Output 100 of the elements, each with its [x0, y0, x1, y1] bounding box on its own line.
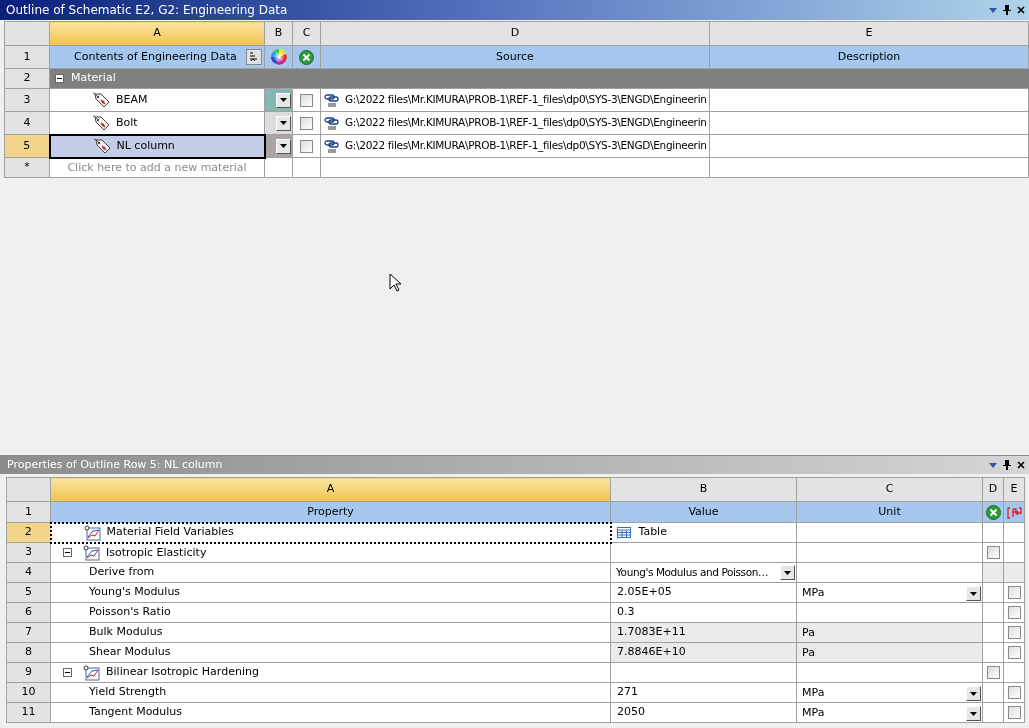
- property-cell[interactable]: Young's Modulus: [50, 582, 611, 603]
- row-number[interactable]: 4: [6, 562, 51, 583]
- property-cell[interactable]: Derive from: [50, 562, 611, 583]
- row-number[interactable]: 4: [4, 111, 50, 135]
- checkbox[interactable]: [986, 666, 1000, 679]
- caret-icon: [280, 98, 287, 102]
- collapse-toggle[interactable]: [62, 548, 72, 558]
- column-header[interactable]: E: [709, 21, 1029, 46]
- material-cell[interactable]: NL column: [49, 134, 265, 158]
- dropdown-button[interactable]: [966, 706, 981, 721]
- pin-icon[interactable]: [1003, 5, 1011, 15]
- property-value[interactable]: 271: [611, 685, 638, 699]
- graph-icon: [83, 544, 100, 561]
- row-number[interactable]: 2: [6, 522, 51, 543]
- sort-button[interactable]: [246, 49, 262, 65]
- property-value[interactable]: 0.3: [611, 605, 635, 619]
- checkbox[interactable]: [1007, 626, 1021, 639]
- suppress-icon: [985, 504, 1001, 520]
- property-cell[interactable]: Poisson's Ratio: [50, 602, 611, 623]
- collapse-toggle[interactable]: [62, 668, 72, 677]
- property-value[interactable]: Table: [638, 524, 667, 541]
- close-icon[interactable]: [1017, 6, 1025, 14]
- dropdown-button[interactable]: [780, 565, 795, 580]
- suppress-icon: [299, 49, 314, 65]
- column-header[interactable]: E: [1003, 477, 1025, 502]
- dropdown-button[interactable]: [276, 138, 291, 154]
- property-label: Derive from: [88, 564, 155, 581]
- checkbox[interactable]: [986, 546, 1000, 559]
- property-cell[interactable]: Bulk Modulus: [50, 622, 611, 643]
- unit-value[interactable]: MPa: [802, 685, 825, 702]
- row-number[interactable]: 6: [6, 602, 51, 623]
- row-number[interactable]: 3: [6, 542, 51, 563]
- property-label: Material Field Variables: [106, 524, 234, 541]
- column-header[interactable]: C: [796, 477, 983, 502]
- property-label: Young's Modulus: [88, 584, 181, 601]
- graph-icon: [83, 664, 100, 681]
- close-icon[interactable]: [1017, 461, 1025, 469]
- source-path: G:\2022 files\Mr.KIMURA\PROB-1\REF-1_files\dp0\SYS-3\ENGD\Engineerin: [345, 115, 707, 131]
- row-number: *: [4, 157, 50, 178]
- mouse-cursor-icon: [389, 273, 401, 292]
- dropdown-button[interactable]: [276, 115, 291, 131]
- caret-icon: [970, 711, 977, 716]
- color-wheel-icon: [270, 49, 287, 65]
- row-number[interactable]: 5: [6, 582, 51, 603]
- property-cell[interactable]: Tangent Modulus: [50, 702, 611, 723]
- row-number[interactable]: 11: [6, 702, 51, 723]
- row-number[interactable]: 8: [6, 642, 51, 663]
- dropdown-icon[interactable]: [989, 462, 997, 468]
- checkbox[interactable]: [1007, 706, 1021, 719]
- caret-icon: [280, 121, 287, 125]
- collapse-toggle[interactable]: [55, 74, 64, 83]
- checkbox[interactable]: [1007, 606, 1021, 619]
- property-cell[interactable]: Material Field Variables: [50, 522, 611, 543]
- column-header[interactable]: C: [292, 21, 321, 46]
- minus-icon: [64, 670, 70, 675]
- material-cell[interactable]: BEAM: [49, 88, 265, 112]
- property-cell[interactable]: Isotropic Elasticity: [50, 542, 611, 563]
- column-header[interactable]: B: [264, 21, 293, 46]
- dropdown-button[interactable]: [276, 92, 291, 108]
- source-path: G:\2022 files\Mr.KIMURA\PROB-1\REF-1_files\dp0\SYS-3\ENGD\Engineerin: [345, 138, 707, 154]
- checkbox[interactable]: [1007, 646, 1021, 659]
- material-name: Bolt: [116, 114, 138, 131]
- checkbox[interactable]: [300, 93, 313, 107]
- property-cell[interactable]: Shear Modulus: [50, 642, 611, 663]
- row-number[interactable]: 9: [6, 662, 51, 683]
- unit-value: Pa: [802, 625, 815, 642]
- column-header[interactable]: D: [320, 21, 710, 46]
- source-path: G:\2022 files\Mr.KIMURA\PROB-1\REF-1_files\dp0\SYS-3\ENGD\Engineerin: [345, 92, 707, 108]
- unit-value[interactable]: MPa: [802, 585, 825, 602]
- checkbox[interactable]: [300, 139, 313, 153]
- column-title: Description: [709, 45, 1029, 69]
- pin-icon[interactable]: [1003, 460, 1011, 470]
- column-title: Source: [320, 45, 710, 69]
- property-value[interactable]: 2050: [611, 705, 645, 719]
- checkbox[interactable]: [1007, 686, 1021, 699]
- column-header[interactable]: D: [982, 477, 1004, 502]
- unit-value[interactable]: MPa: [802, 705, 825, 722]
- row-number[interactable]: 7: [6, 622, 51, 643]
- tag-icon: [92, 114, 110, 131]
- dropdown-button[interactable]: [966, 586, 981, 601]
- link-icon: [324, 116, 340, 130]
- property-cell[interactable]: Bilinear Isotropic Hardening: [50, 662, 611, 683]
- row-number: 2: [4, 68, 50, 89]
- property-cell[interactable]: Yield Strength: [50, 682, 611, 703]
- checkbox[interactable]: [300, 116, 313, 130]
- row-number: 1: [4, 45, 50, 69]
- column-header[interactable]: A: [50, 477, 611, 502]
- graph-icon: [83, 524, 101, 541]
- caret-icon: [970, 591, 977, 596]
- table-icon: [616, 527, 631, 538]
- unit-value: Pa: [802, 645, 815, 662]
- row-number[interactable]: 10: [6, 682, 51, 703]
- row-number[interactable]: 3: [4, 88, 50, 112]
- column-header[interactable]: B: [610, 477, 797, 502]
- column-header[interactable]: A: [49, 21, 265, 46]
- row-number[interactable]: 5: [4, 134, 50, 158]
- row-number: 1: [6, 501, 51, 523]
- checkbox[interactable]: [1007, 586, 1021, 599]
- dropdown-button[interactable]: [966, 686, 981, 701]
- dropdown-icon[interactable]: [989, 7, 997, 13]
